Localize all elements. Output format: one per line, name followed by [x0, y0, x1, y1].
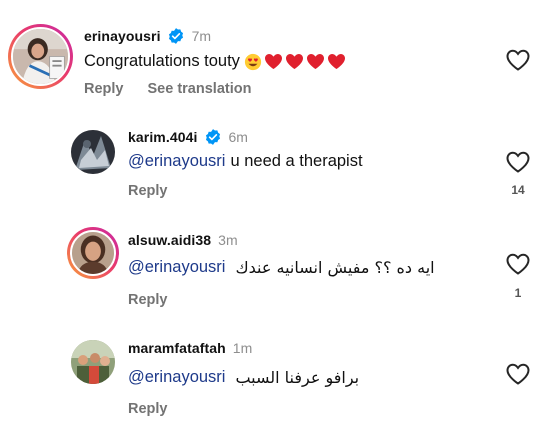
username[interactable]: erinayousri — [84, 28, 161, 44]
comment-text: Congratulations touty — [84, 52, 346, 71]
avatar[interactable] — [71, 340, 115, 384]
timestamp: 7m — [191, 28, 212, 44]
mention-link[interactable]: @erinayousri — [128, 152, 225, 171]
comment-text: @erinayousri برافو عرفنا السبب — [128, 368, 359, 387]
red-heart-emoji-icon — [285, 53, 303, 70]
timestamp: 1m — [232, 340, 253, 356]
username[interactable]: alsuw.aidi38 — [128, 232, 211, 248]
comment-header: alsuw.aidi38 3m — [128, 230, 238, 250]
comment-body: ايه ده ؟؟ مفيش انسانيه عندك — [235, 258, 435, 277]
verified-badge-icon — [205, 129, 220, 145]
comment-text: @erinayousri u need a therapist — [128, 152, 363, 171]
avatar[interactable] — [71, 130, 115, 174]
verified-badge-icon — [168, 28, 183, 44]
reply-button[interactable]: Reply — [84, 81, 124, 97]
comment-header: erinayousri 7m — [84, 26, 211, 46]
comment-alsuwaidi: alsuw.aidi38 3m @erinayousri ايه ده ؟؟ م… — [0, 220, 549, 330]
comment-maramfataftah: maramfataftah 1m @erinayousri برافو عرفن… — [0, 330, 549, 430]
like-heart-icon[interactable] — [505, 48, 531, 72]
reply-button[interactable]: Reply — [128, 183, 168, 199]
reply-button[interactable]: Reply — [128, 292, 168, 308]
comment-karim: karim.404i 6m @erinayousri u need a ther… — [0, 110, 549, 210]
profile-photo — [13, 29, 68, 84]
profile-photo — [71, 130, 115, 174]
comment-body: برافو عرفنا السبب — [235, 368, 360, 387]
mention-link[interactable]: @erinayousri — [128, 258, 225, 277]
comment-text: @erinayousri ايه ده ؟؟ مفيش انسانيه عندك — [128, 258, 435, 277]
comment-actions: Reply — [128, 292, 168, 308]
avatar[interactable] — [67, 227, 119, 279]
like-heart-icon[interactable] — [505, 150, 531, 174]
profile-photo — [71, 340, 115, 384]
comment-header: karim.404i 6m — [128, 127, 248, 147]
like-heart-icon[interactable] — [505, 252, 531, 276]
comment-actions: Reply See translation — [84, 81, 251, 97]
red-heart-emoji-icon — [327, 53, 345, 70]
like-count: 1 — [514, 286, 522, 300]
like-heart-icon[interactable] — [505, 362, 531, 386]
username[interactable]: maramfataftah — [128, 340, 226, 356]
red-heart-emoji-icon — [306, 53, 324, 70]
comment-header: maramfataftah 1m — [128, 338, 252, 358]
comment-body: Congratulations touty — [84, 52, 240, 70]
reply-button[interactable]: Reply — [128, 401, 168, 417]
see-translation-button[interactable]: See translation — [148, 81, 252, 97]
emoji-group — [242, 53, 346, 71]
comment-erinayousri: erinayousri 7m Congratulations touty Rep… — [0, 0, 549, 110]
profile-photo — [72, 232, 114, 274]
avatar[interactable] — [8, 24, 73, 89]
heart-eyes-emoji-icon — [244, 53, 262, 70]
comment-body: u need a therapist — [230, 152, 363, 170]
comment-actions: Reply — [128, 183, 168, 199]
timestamp: 3m — [218, 232, 238, 248]
red-heart-emoji-icon — [264, 53, 282, 70]
mention-link[interactable]: @erinayousri — [128, 368, 225, 387]
timestamp: 6m — [228, 129, 248, 145]
username[interactable]: karim.404i — [128, 129, 198, 145]
like-count: 14 — [511, 183, 525, 197]
comment-actions: Reply — [128, 401, 168, 417]
